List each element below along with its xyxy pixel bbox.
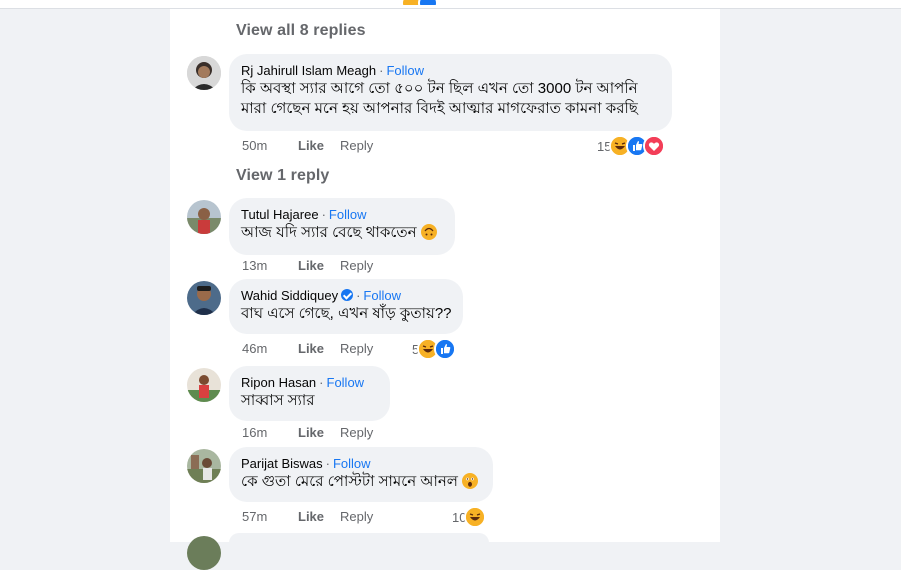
- follow-button[interactable]: Follow: [363, 288, 401, 303]
- comment-actions: 13m Like Reply: [242, 258, 389, 273]
- like-action[interactable]: Like: [298, 425, 324, 440]
- comment-text: আজ যদি স্যার বেছে থাকতেন: [241, 224, 417, 241]
- comment-bubble: Ripon Hasan · Follow সাব্বাস স্যার: [229, 366, 390, 421]
- astonished-face-icon: [461, 473, 478, 489]
- avatar[interactable]: [187, 536, 221, 570]
- comment-bubble: Tutul Hajaree · Follow আজ যদি স্যার বেছে থ…: [229, 198, 455, 255]
- separator-dot: ·: [356, 288, 361, 303]
- comment-time[interactable]: 16m: [242, 425, 298, 440]
- comment-text: কে গুতা মেরে পোস্টটা সামনে আনল: [241, 473, 458, 490]
- comment-bubble: Rj Jahirull Islam Meagh · Follow কি অবস্থা…: [229, 54, 672, 131]
- follow-button[interactable]: Follow: [333, 456, 371, 471]
- like-icon: [418, 0, 438, 5]
- avatar[interactable]: [187, 368, 221, 402]
- separator-dot: ·: [321, 207, 326, 222]
- commenter-name[interactable]: Ripon Hasan: [241, 375, 316, 390]
- comment-actions: 57m Like Reply: [242, 509, 389, 524]
- comment-text-line: মারা গেছেন মনে হয় আপনার বিদই আত্মার মাগ…: [241, 100, 638, 117]
- avatar[interactable]: [187, 281, 221, 315]
- like-action[interactable]: Like: [298, 509, 324, 524]
- follow-button[interactable]: Follow: [386, 63, 424, 78]
- reply-action[interactable]: Reply: [340, 509, 373, 524]
- commenter-name[interactable]: Tutul Hajaree: [241, 207, 319, 222]
- comment-time[interactable]: 57m: [242, 509, 298, 524]
- view-all-replies-link[interactable]: View all 8 replies: [236, 22, 366, 40]
- comment-text: সাব্বাস স্যার: [241, 392, 315, 409]
- comment-time[interactable]: 13m: [242, 258, 298, 273]
- reaction-summary[interactable]: 10: [452, 506, 487, 528]
- comment-time[interactable]: 50m: [242, 138, 298, 153]
- reply-action[interactable]: Reply: [340, 341, 373, 356]
- top-bar: [0, 0, 901, 9]
- upside-down-face-icon: [420, 224, 437, 240]
- commenter-name[interactable]: Parijat Biswas: [241, 456, 323, 471]
- avatar[interactable]: [187, 56, 221, 90]
- verified-badge-icon: [341, 289, 354, 301]
- avatar[interactable]: [187, 200, 221, 234]
- reply-action[interactable]: Reply: [340, 138, 373, 153]
- comment-actions: 16m Like Reply: [242, 425, 389, 440]
- like-action[interactable]: Like: [298, 138, 324, 153]
- reply-action[interactable]: Reply: [340, 425, 373, 440]
- commenter-name[interactable]: Wahid Siddiquey: [241, 288, 338, 303]
- view-one-reply-link[interactable]: View 1 reply: [236, 167, 329, 185]
- separator-dot: ·: [379, 63, 384, 78]
- comment-time[interactable]: 46m: [242, 341, 298, 356]
- commenter-name[interactable]: Rj Jahirull Islam Meagh: [241, 63, 376, 78]
- comment-bubble: Wahid Siddiquey · Follow বাঘ এসে গেছে, এখন…: [229, 279, 463, 334]
- haha-icon: [464, 506, 487, 528]
- reaction-summary[interactable]: 5: [412, 338, 457, 360]
- comment-bubble: Parijat Biswas · Follow কে গুতা মেরে পোস্ট…: [229, 447, 493, 502]
- comment-text-line: কি অবস্থা স্যার আগে তো ৫০০ টন ছিল এখন তো…: [241, 80, 638, 97]
- comment-actions: 50m Like Reply: [242, 138, 389, 153]
- like-action[interactable]: Like: [298, 341, 324, 356]
- separator-dot: ·: [319, 375, 324, 390]
- follow-button[interactable]: Follow: [327, 375, 365, 390]
- like-icon: [434, 338, 457, 360]
- like-action[interactable]: Like: [298, 258, 324, 273]
- follow-button[interactable]: Follow: [329, 207, 367, 222]
- comment-text: বাঘ এসে গেছে, এখন ষাঁড় কুতায়??: [241, 305, 452, 322]
- comment-actions: 46m Like Reply: [242, 341, 389, 356]
- reaction-summary[interactable]: 15: [597, 135, 666, 157]
- separator-dot: ·: [325, 456, 330, 471]
- comment-bubble: [229, 533, 489, 553]
- reply-action[interactable]: Reply: [340, 258, 373, 273]
- clipped-reactions: [401, 0, 441, 5]
- avatar[interactable]: [187, 449, 221, 483]
- love-icon: [643, 135, 666, 157]
